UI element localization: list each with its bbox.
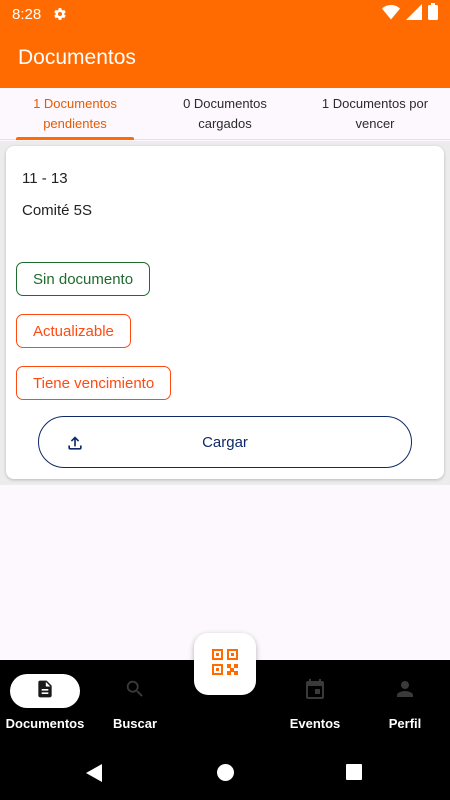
nav-label-documents: Documentos bbox=[5, 716, 85, 731]
home-icon[interactable] bbox=[217, 764, 234, 781]
recents-icon[interactable] bbox=[346, 764, 362, 780]
nav-item-profile[interactable]: Perfil bbox=[360, 660, 450, 746]
tab-pending-documents[interactable]: 1 Documentos pendientes bbox=[0, 88, 150, 140]
document-icon bbox=[35, 678, 55, 705]
upload-icon bbox=[65, 433, 85, 453]
page-title: Documentos bbox=[18, 46, 136, 69]
status-chip-has-expiry: Tiene vencimiento bbox=[16, 366, 172, 400]
calendar-icon bbox=[303, 676, 327, 707]
upload-label: Cargar bbox=[202, 433, 248, 451]
status-bar: 8:28 bbox=[0, 0, 450, 28]
status-time: 8:28 bbox=[12, 5, 42, 23]
qr-scan-button[interactable] bbox=[194, 633, 256, 695]
status-chip-updatable: Actualizable bbox=[16, 314, 131, 348]
document-range: 11 - 13 bbox=[22, 170, 68, 187]
cellular-signal-icon bbox=[406, 3, 422, 25]
nav-active-indicator bbox=[10, 674, 80, 708]
app-bar: Documentos bbox=[0, 28, 450, 88]
document-name: Comité 5S bbox=[22, 202, 93, 219]
back-icon[interactable] bbox=[86, 764, 102, 782]
search-icon bbox=[124, 678, 146, 705]
settings-gear-icon bbox=[53, 7, 67, 21]
wifi-icon bbox=[382, 4, 400, 25]
upload-button[interactable]: Cargar bbox=[38, 416, 412, 468]
qr-code-icon bbox=[212, 648, 238, 680]
nav-item-events[interactable]: Eventos bbox=[270, 660, 360, 746]
document-card[interactable]: 11 - 13 Comité 5S Sin documento Actualiz… bbox=[6, 146, 444, 479]
document-list: 11 - 13 Comité 5S Sin documento Actualiz… bbox=[0, 141, 450, 485]
nav-label-search: Buscar bbox=[112, 716, 158, 731]
system-navigation-bar bbox=[0, 746, 450, 800]
tab-uploaded-documents[interactable]: 0 Documentos cargados bbox=[150, 88, 300, 139]
nav-label-events: Eventos bbox=[289, 716, 341, 731]
document-tabs: 1 Documentos pendientes 0 Documentos car… bbox=[0, 88, 450, 140]
nav-label-profile: Perfil bbox=[388, 716, 422, 731]
person-icon bbox=[393, 677, 417, 706]
nav-item-documents[interactable]: Documentos bbox=[0, 660, 90, 746]
status-chip-no-document: Sin documento bbox=[16, 262, 151, 296]
nav-item-search[interactable]: Buscar bbox=[90, 660, 180, 746]
tab-expiring-documents[interactable]: 1 Documentos por vencer bbox=[300, 88, 450, 139]
battery-icon bbox=[428, 3, 438, 25]
